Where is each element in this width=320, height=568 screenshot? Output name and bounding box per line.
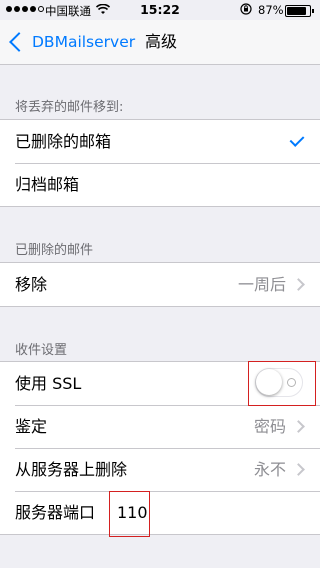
battery-icon [285, 5, 314, 17]
status-bar: 中国联通 15:22 87% [0, 0, 320, 20]
back-button[interactable]: DBMailserver [6, 20, 135, 64]
section-header-incoming: 收件设置 [15, 343, 68, 358]
authentication-label: 鉴定 [15, 417, 48, 436]
remove-setting-row[interactable]: 移除 一周后 [0, 263, 320, 306]
option-label: 归档邮箱 [15, 175, 80, 194]
page-title: 高级 [145, 32, 178, 51]
chevron-right-icon [292, 420, 305, 433]
delete-from-server-row[interactable]: 从服务器上删除 永不 [0, 448, 320, 491]
section-header-move-discarded: 将丢弃的邮件移到: [15, 100, 124, 115]
server-port-row: 服务器端口 110 [0, 491, 320, 534]
mailbox-option-deleted[interactable]: 已删除的邮箱 [0, 120, 320, 163]
back-button-label: DBMailserver [32, 33, 136, 51]
delete-from-server-label: 从服务器上删除 [15, 460, 128, 479]
chevron-right-icon [292, 278, 305, 291]
ssl-toggle-highlight [248, 361, 316, 406]
section-header-deleted-mail: 已删除的邮件 [15, 243, 94, 258]
checkmark-icon [289, 132, 305, 147]
server-port-label: 服务器端口 [15, 503, 96, 522]
authentication-value: 密码 [253, 417, 286, 436]
option-label: 已删除的邮箱 [15, 132, 112, 151]
chevron-left-icon [9, 32, 29, 52]
server-port-highlight [109, 491, 150, 537]
move-discarded-group: 已删除的邮箱 归档邮箱 [0, 119, 320, 207]
mailbox-option-archive[interactable]: 归档邮箱 [0, 163, 320, 206]
delete-from-server-value: 永不 [253, 460, 286, 479]
deleted-mail-group: 移除 一周后 [0, 262, 320, 307]
rotation-lock-icon [240, 3, 252, 18]
remove-label: 移除 [15, 275, 48, 294]
battery-percentage: 87% [258, 3, 284, 17]
navigation-bar: DBMailserver 高级 [0, 20, 320, 65]
remove-value: 一周后 [237, 275, 286, 294]
use-ssl-label: 使用 SSL [15, 374, 82, 393]
chevron-right-icon [292, 463, 305, 476]
authentication-row[interactable]: 鉴定 密码 [0, 405, 320, 448]
